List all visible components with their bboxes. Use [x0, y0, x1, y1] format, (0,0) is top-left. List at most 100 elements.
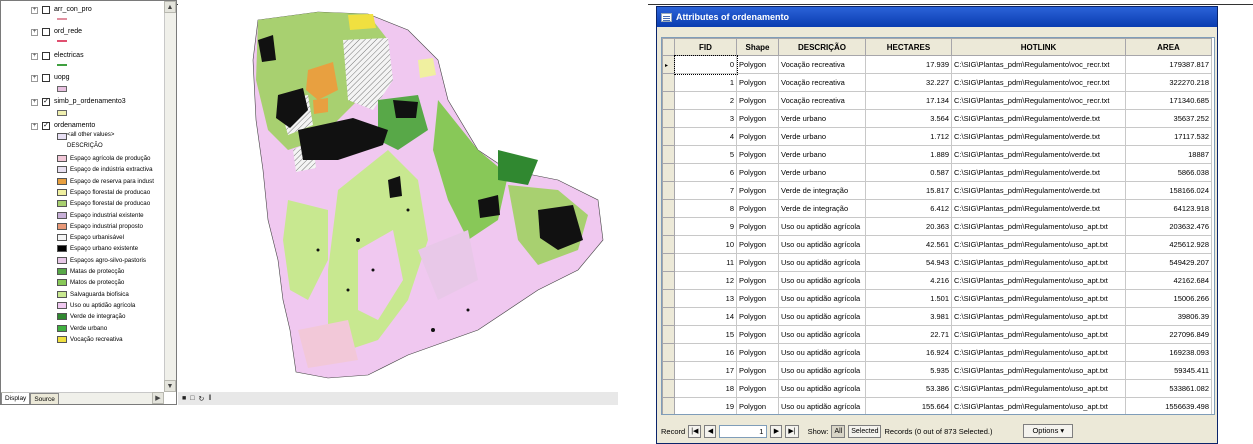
pause-icon[interactable]: ‖	[208, 395, 211, 402]
map-view[interactable]	[178, 0, 648, 405]
table-cell[interactable]: Polygon	[736, 181, 779, 200]
table-cell[interactable]: Polygon	[736, 343, 779, 362]
table-cell[interactable]: 22.71	[865, 325, 952, 344]
table-cell[interactable]: Polygon	[736, 199, 779, 218]
table-cell[interactable]: Polygon	[736, 379, 779, 398]
table-cell[interactable]: 17117.532	[1125, 127, 1212, 146]
table-row[interactable]: 15 Polygon Uso ou aptidão agrícola 22.71 C:\…	[662, 325, 1212, 344]
table-cell[interactable]: C:\SIG\Plantas_pdm\Regulamento\voc_recr.…	[951, 91, 1126, 110]
table-row[interactable]: 8 Polygon Verde de integração 6.412 C:\SIG\P…	[662, 199, 1212, 218]
table-cell[interactable]: 1.712	[865, 127, 952, 146]
scroll-right-icon[interactable]: ▶	[152, 392, 164, 404]
table-cell[interactable]: Polygon	[736, 127, 779, 146]
table-cell[interactable]: 1.501	[865, 289, 952, 308]
tab-source[interactable]: Source	[30, 393, 59, 404]
table-cell[interactable]: Polygon	[736, 145, 779, 164]
row-selector[interactable]	[662, 217, 675, 236]
expand-toggle-icon[interactable]: +	[31, 98, 38, 106]
table-cell[interactable]: 53.386	[865, 379, 952, 398]
layer-visibility-checkbox[interactable]: ✓	[42, 122, 50, 130]
table-cell[interactable]: 3.981	[865, 307, 952, 326]
table-cell[interactable]: 17.134	[865, 91, 952, 110]
table-cell[interactable]: Polygon	[736, 325, 779, 344]
attribute-grid[interactable]: FID Shape DESCRIÇÃO HECTARES HOTLINK AREA ▸ 0 P…	[661, 37, 1215, 415]
table-cell[interactable]: 17	[674, 361, 737, 380]
column-header-fid[interactable]: FID	[674, 38, 737, 56]
first-record-button[interactable]: |◀	[688, 424, 702, 438]
toc-vertical-scrollbar[interactable]: ▲ ▼	[164, 1, 176, 392]
table-cell[interactable]: 42.561	[865, 235, 952, 254]
toc-layer-0[interactable]: + arr_con_pro	[31, 5, 92, 15]
table-cell[interactable]: 7	[674, 181, 737, 200]
table-cell[interactable]: 20.363	[865, 217, 952, 236]
table-cell[interactable]: 3	[674, 109, 737, 128]
row-selector[interactable]	[662, 91, 675, 110]
layer-visibility-checkbox[interactable]: ✓	[42, 98, 50, 106]
row-selector[interactable]	[662, 235, 675, 254]
table-cell[interactable]: 171340.685	[1125, 91, 1212, 110]
table-cell[interactable]: 6.412	[865, 199, 952, 218]
scroll-up-icon[interactable]: ▲	[164, 1, 176, 13]
table-cell[interactable]: Uso ou aptidão agrícola	[778, 217, 866, 236]
table-cell[interactable]: 4.216	[865, 271, 952, 290]
table-row[interactable]: 6 Polygon Verde urbano 0.587 C:\SIG\Plantas_…	[662, 163, 1212, 182]
tab-display[interactable]: Display	[1, 393, 31, 404]
table-cell[interactable]: 15.817	[865, 181, 952, 200]
table-cell[interactable]: 11	[674, 253, 737, 272]
table-cell[interactable]: Vocação recreativa	[778, 55, 866, 74]
table-cell[interactable]: 6	[674, 163, 737, 182]
table-row[interactable]: 1 Polygon Vocação recreativa 32.227 C:\SIG\P…	[662, 73, 1212, 92]
table-cell[interactable]: C:\SIG\Plantas_pdm\Regulamento\voc_recr.…	[951, 73, 1126, 92]
table-cell[interactable]: 17.939	[865, 55, 952, 74]
table-cell[interactable]: 549429.207	[1125, 253, 1212, 272]
toc-layer-2[interactable]: + electricas	[31, 51, 84, 61]
table-cell[interactable]: Uso ou aptidão agrícola	[778, 253, 866, 272]
table-cell[interactable]: Uso ou aptidão agrícola	[778, 361, 866, 380]
layer-visibility-checkbox[interactable]	[42, 28, 50, 36]
table-cell[interactable]: Verde de integração	[778, 199, 866, 218]
table-cell[interactable]: Verde de integração	[778, 181, 866, 200]
toc-layer-5[interactable]: + ✓ ordenamento	[31, 121, 95, 131]
table-cell[interactable]: C:\SIG\Plantas_pdm\Regulamento\uso_apt.t…	[951, 271, 1126, 290]
row-selector[interactable]	[662, 73, 675, 92]
table-cell[interactable]: 533861.082	[1125, 379, 1212, 398]
table-cell[interactable]: Polygon	[736, 217, 779, 236]
table-cell[interactable]: Polygon	[736, 289, 779, 308]
table-cell[interactable]: C:\SIG\Plantas_pdm\Regulamento\voc_recr.…	[951, 55, 1126, 74]
layer-visibility-checkbox[interactable]	[42, 6, 50, 14]
row-selector[interactable]	[662, 325, 675, 344]
table-cell[interactable]: Polygon	[736, 73, 779, 92]
table-cell[interactable]: C:\SIG\Plantas_pdm\Regulamento\uso_apt.t…	[951, 397, 1126, 414]
table-cell[interactable]: 18	[674, 379, 737, 398]
expand-toggle-icon[interactable]: +	[31, 122, 38, 130]
table-cell[interactable]: Vocação recreativa	[778, 73, 866, 92]
table-cell[interactable]: 5	[674, 145, 737, 164]
column-header-area[interactable]: AREA	[1125, 38, 1212, 56]
table-cell[interactable]: 1556639.498	[1125, 397, 1212, 414]
layer-visibility-checkbox[interactable]	[42, 74, 50, 82]
table-row[interactable]: 5 Polygon Verde urbano 1.889 C:\SIG\Plantas_…	[662, 145, 1212, 164]
column-header-descri-o[interactable]: DESCRIÇÃO	[778, 38, 866, 56]
table-cell[interactable]: 32.227	[865, 73, 952, 92]
table-row[interactable]: 2 Polygon Vocação recreativa 17.134 C:\SIG\P…	[662, 91, 1212, 110]
table-cell[interactable]: 5866.038	[1125, 163, 1212, 182]
table-row[interactable]: 18 Polygon Uso ou aptidão agrícola 53.386 C:…	[662, 379, 1212, 398]
table-cell[interactable]: C:\SIG\Plantas_pdm\Regulamento\verde.txt	[951, 163, 1126, 182]
column-header-shape[interactable]: Shape	[736, 38, 779, 56]
table-cell[interactable]: 1	[674, 73, 737, 92]
table-row[interactable]: 3 Polygon Verde urbano 3.564 C:\SIG\Plantas_…	[662, 109, 1212, 128]
options-button[interactable]: Options ▾	[1023, 424, 1074, 438]
row-selector[interactable]	[662, 163, 675, 182]
show-selected-button[interactable]: Selected	[848, 424, 882, 438]
column-header-hotlink[interactable]: HOTLINK	[951, 38, 1126, 56]
table-cell[interactable]: 1.889	[865, 145, 952, 164]
layer-visibility-checkbox[interactable]	[42, 52, 50, 60]
table-cell[interactable]: Verde urbano	[778, 163, 866, 182]
row-selector[interactable]	[662, 127, 675, 146]
table-cell[interactable]: Polygon	[736, 307, 779, 326]
table-cell[interactable]: Polygon	[736, 91, 779, 110]
row-selector[interactable]	[662, 379, 675, 398]
table-cell[interactable]: C:\SIG\Plantas_pdm\Regulamento\uso_apt.t…	[951, 361, 1126, 380]
table-cell[interactable]: 16.924	[865, 343, 952, 362]
table-cell[interactable]: Polygon	[736, 253, 779, 272]
